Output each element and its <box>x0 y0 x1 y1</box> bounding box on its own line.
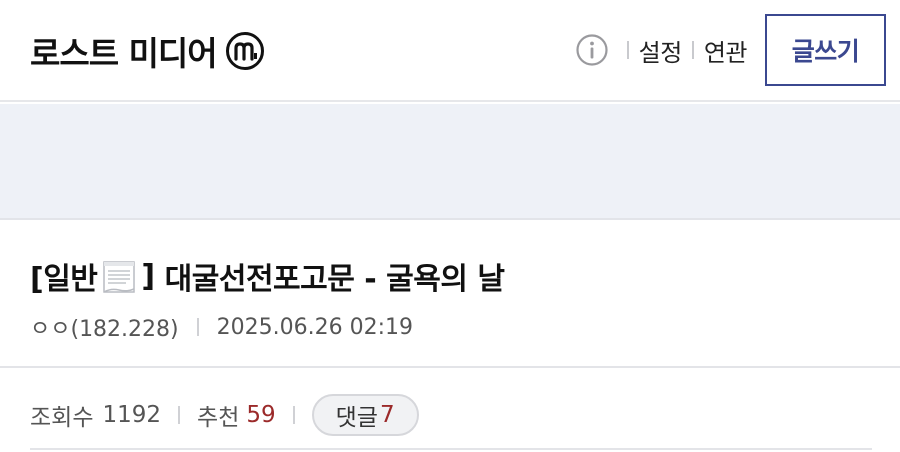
banner-area <box>0 104 900 220</box>
header-actions: 설정 연관 글쓰기 <box>575 14 886 86</box>
document-icon <box>103 261 136 293</box>
post-title: 대굴선전포고문 - 굴욕의 날 <box>164 262 505 297</box>
stats-divider <box>292 406 295 424</box>
content-divider <box>30 448 872 450</box>
views-count: 1192 <box>102 402 162 428</box>
meta-divider <box>196 318 199 336</box>
views-label: 조회수 <box>30 405 94 431</box>
brand[interactable]: 로스트 미디어 <box>30 26 265 76</box>
recommend-count: 59 <box>246 402 276 428</box>
related-link[interactable]: 연관 <box>704 33 748 68</box>
header-divider <box>691 41 694 59</box>
category-open: [일반 <box>30 262 98 297</box>
write-button[interactable]: 글쓰기 <box>765 14 886 86</box>
stats-divider <box>178 406 181 424</box>
post-author[interactable]: ㅇㅇ(182.228) <box>30 311 179 343</box>
top-header: 로스트 미디어 설정 연관 글쓰기 <box>0 0 900 102</box>
post-header: [일반 ] 대굴선전포고문 - 굴욕의 날 ㅇㅇ(182.228) 2025.0… <box>0 222 900 368</box>
circled-m-icon[interactable] <box>225 31 265 71</box>
post-stats: 조회수 1192 추천 59 댓글 7 <box>30 392 419 438</box>
site-title[interactable]: 로스트 미디어 <box>30 27 218 75</box>
comments-button[interactable]: 댓글 7 <box>311 394 419 436</box>
info-icon[interactable] <box>575 33 609 67</box>
recommend-label: 추천 <box>197 405 240 431</box>
post-datetime: 2025.06.26 02:19 <box>216 314 413 340</box>
category-close: ] <box>141 258 155 294</box>
settings-link[interactable]: 설정 <box>639 33 683 68</box>
post-title-row: [일반 ] 대굴선전포고문 - 굴욕의 날 <box>30 254 505 298</box>
comments-label: 댓글 <box>335 405 378 431</box>
post-meta: ㅇㅇ(182.228) 2025.06.26 02:19 <box>30 311 413 343</box>
comments-count: 7 <box>379 402 395 428</box>
header-divider <box>626 41 629 59</box>
